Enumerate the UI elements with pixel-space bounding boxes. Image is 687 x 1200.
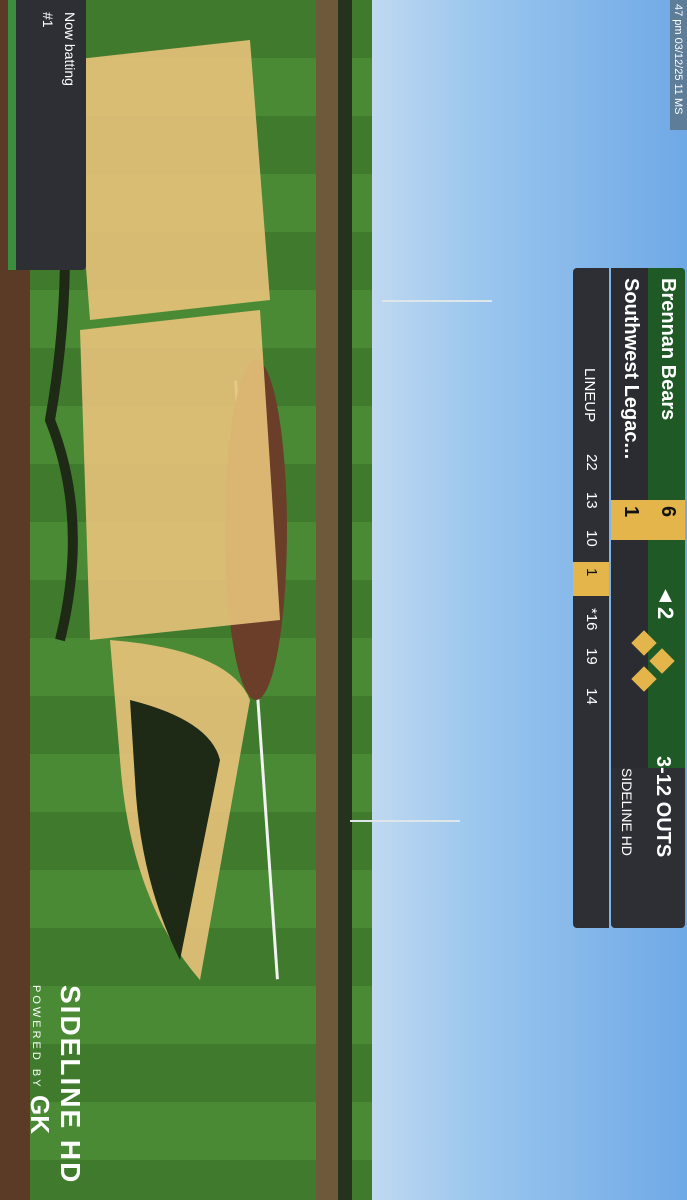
lineup-item-current: 1 xyxy=(573,562,609,596)
inning-indicator: ▲2 xyxy=(653,582,678,620)
count-outs: 3-1 2 OUTS xyxy=(651,756,674,857)
lineup-label: LINEUP xyxy=(581,368,598,423)
away-team-name: Southwest Legac... xyxy=(620,278,642,460)
lineup-item: *16 xyxy=(583,608,600,631)
lineup-item: 14 xyxy=(583,688,600,705)
now-batting-panel: Now batting #1 xyxy=(8,0,86,270)
lineup-item: 19 xyxy=(583,648,600,665)
light-pole xyxy=(350,820,460,822)
now-batting-accent xyxy=(8,0,16,270)
device-status-bar: 47 pm 03/12/25 11 MS xyxy=(670,0,687,130)
teams-block: Brennan Bears 6 Southwest Legac... 1 ▲2 … xyxy=(611,268,685,928)
now-batting-label: Now batting xyxy=(62,12,78,86)
light-pole xyxy=(382,300,492,302)
brand-name: SIDELINE HD xyxy=(55,985,86,1185)
brand-logo-icon: GK xyxy=(25,1095,55,1134)
provider-label: SIDELINE HD xyxy=(619,768,635,856)
video-frame: 47 pm 03/12/25 11 MS Now batting #1 LINE… xyxy=(0,0,687,1200)
brand-powered-by: POWERED BY xyxy=(30,985,42,1090)
home-team-name: Brennan Bears xyxy=(657,278,679,421)
lineup-strip: LINEUP 22 13 10 1 *16 19 14 xyxy=(573,268,609,928)
outs-text: 2 OUTS xyxy=(652,784,674,858)
outfield-wall xyxy=(338,0,352,1200)
lineup-item: 22 xyxy=(583,454,600,471)
now-batting-number: #1 xyxy=(40,12,56,28)
scoreboard: LINEUP 22 13 10 1 *16 19 14 Brennan Bear… xyxy=(573,268,685,928)
lineup-item: 13 xyxy=(583,492,600,509)
lineup-item: 10 xyxy=(583,530,600,547)
status-text: 47 pm 03/12/25 11 MS xyxy=(672,4,684,115)
home-team-score: 6 xyxy=(648,500,685,540)
count-text: 3-1 xyxy=(652,756,674,785)
bases-diamond-icon xyxy=(631,630,675,692)
away-team-score: 1 xyxy=(611,500,648,540)
